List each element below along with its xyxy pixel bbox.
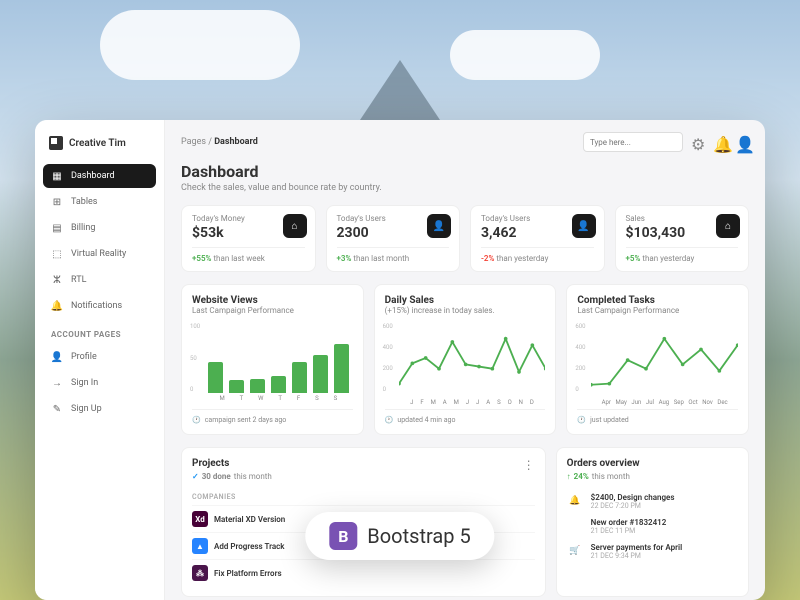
bar-chart (204, 323, 353, 393)
x-axis: AprMayJunJulAugSepOctNovDec (591, 399, 738, 406)
bell-icon: 🔔 (51, 300, 63, 312)
project-row[interactable]: ⁂Fix Platform Errors (192, 559, 535, 586)
nav-profile[interactable]: 👤Profile (43, 345, 156, 369)
y-axis: 6004002000 (575, 323, 585, 393)
users-icon: 👤 (572, 214, 596, 238)
x-axis: JFMAMJJASOND (399, 399, 546, 406)
sidebar: Creative Tim ▦Dashboard ⊞Tables ▤Billing… (35, 120, 165, 600)
breadcrumb: Pages / Dashboard (181, 137, 258, 147)
stat-card: Today's Users 2300 👤 +3% than last month (326, 205, 461, 272)
y-axis: 100500 (190, 323, 200, 393)
brand-icon (49, 136, 63, 150)
signup-icon: ✎ (51, 403, 63, 415)
topbar: Pages / Dashboard ⚙ 🔔 👤 (181, 132, 749, 152)
more-icon[interactable]: ⋮ (523, 458, 535, 472)
nav-signup[interactable]: ✎Sign Up (43, 397, 156, 421)
rtl-icon: ⵣ (51, 274, 63, 286)
x-axis: MTWTFSS (204, 395, 353, 402)
line-chart (399, 323, 546, 393)
settings-icon[interactable]: ⚙ (691, 135, 705, 149)
billing-icon: ▤ (51, 222, 63, 234)
nav-rtl[interactable]: ⵣRTL (43, 268, 156, 292)
account-icon[interactable]: 👤 (735, 135, 749, 149)
sales-icon: ⌂ (716, 214, 740, 238)
stat-card: Today's Money $53k ⌂ +55% than last week (181, 205, 316, 272)
brand-text: Creative Tim (69, 138, 126, 149)
stat-card: Sales $103,430 ⌂ +5% than yesterday (615, 205, 750, 272)
orders-panel: Orders overview ↑24% this month 🔔$2400, … (556, 447, 749, 597)
stat-card: Today's Users 3,462 👤 -2% than yesterday (470, 205, 605, 272)
order-item: 🔔$2400, Design changes22 DEC 7:20 PM (567, 489, 738, 514)
nav-tables[interactable]: ⊞Tables (43, 190, 156, 214)
brand[interactable]: Creative Tim (43, 132, 156, 162)
order-item: 🛒Server payments for April21 DEC 9:34 PM (567, 539, 738, 564)
arrow-up-icon: ↑ (567, 472, 571, 481)
bootstrap-badge: B Bootstrap 5 (305, 512, 494, 560)
tables-icon: ⊞ (51, 196, 63, 208)
stats-row: Today's Money $53k ⌂ +55% than last week… (181, 205, 749, 272)
nav-billing[interactable]: ▤Billing (43, 216, 156, 240)
signin-icon: → (51, 377, 63, 389)
page-subtitle: Check the sales, value and bounce rate b… (181, 183, 749, 193)
nav-dashboard[interactable]: ▦Dashboard (43, 164, 156, 188)
chart-completed-tasks: Completed Tasks Last Campaign Performanc… (566, 284, 749, 435)
chart-website-views: Website Views Last Campaign Performance … (181, 284, 364, 435)
vr-icon: ⬚ (51, 248, 63, 260)
search-input[interactable] (583, 132, 683, 152)
page-title: Dashboard (181, 162, 749, 181)
nav-signin[interactable]: →Sign In (43, 371, 156, 395)
notifications-icon[interactable]: 🔔 (713, 135, 727, 149)
clock-icon: 🕐 (577, 416, 586, 424)
nav-section-label: ACCOUNT PAGES (43, 320, 156, 343)
clock-icon: 🕐 (385, 416, 394, 424)
clock-icon: 🕐 (192, 416, 201, 424)
check-icon: ✓ (192, 472, 199, 481)
profile-icon: 👤 (51, 351, 63, 363)
y-axis: 6004002000 (383, 323, 393, 393)
order-item: New order #183241221 DEC 11 PM (567, 514, 738, 539)
dashboard-icon: ▦ (51, 170, 63, 182)
users-icon: 👤 (427, 214, 451, 238)
nav-notifications[interactable]: 🔔Notifications (43, 294, 156, 318)
bootstrap-icon: B (329, 522, 357, 550)
charts-row: Website Views Last Campaign Performance … (181, 284, 749, 435)
chart-daily-sales: Daily Sales (+15%) increase in today sal… (374, 284, 557, 435)
nav-vr[interactable]: ⬚Virtual Reality (43, 242, 156, 266)
line-chart (591, 323, 738, 393)
money-icon: ⌂ (283, 214, 307, 238)
